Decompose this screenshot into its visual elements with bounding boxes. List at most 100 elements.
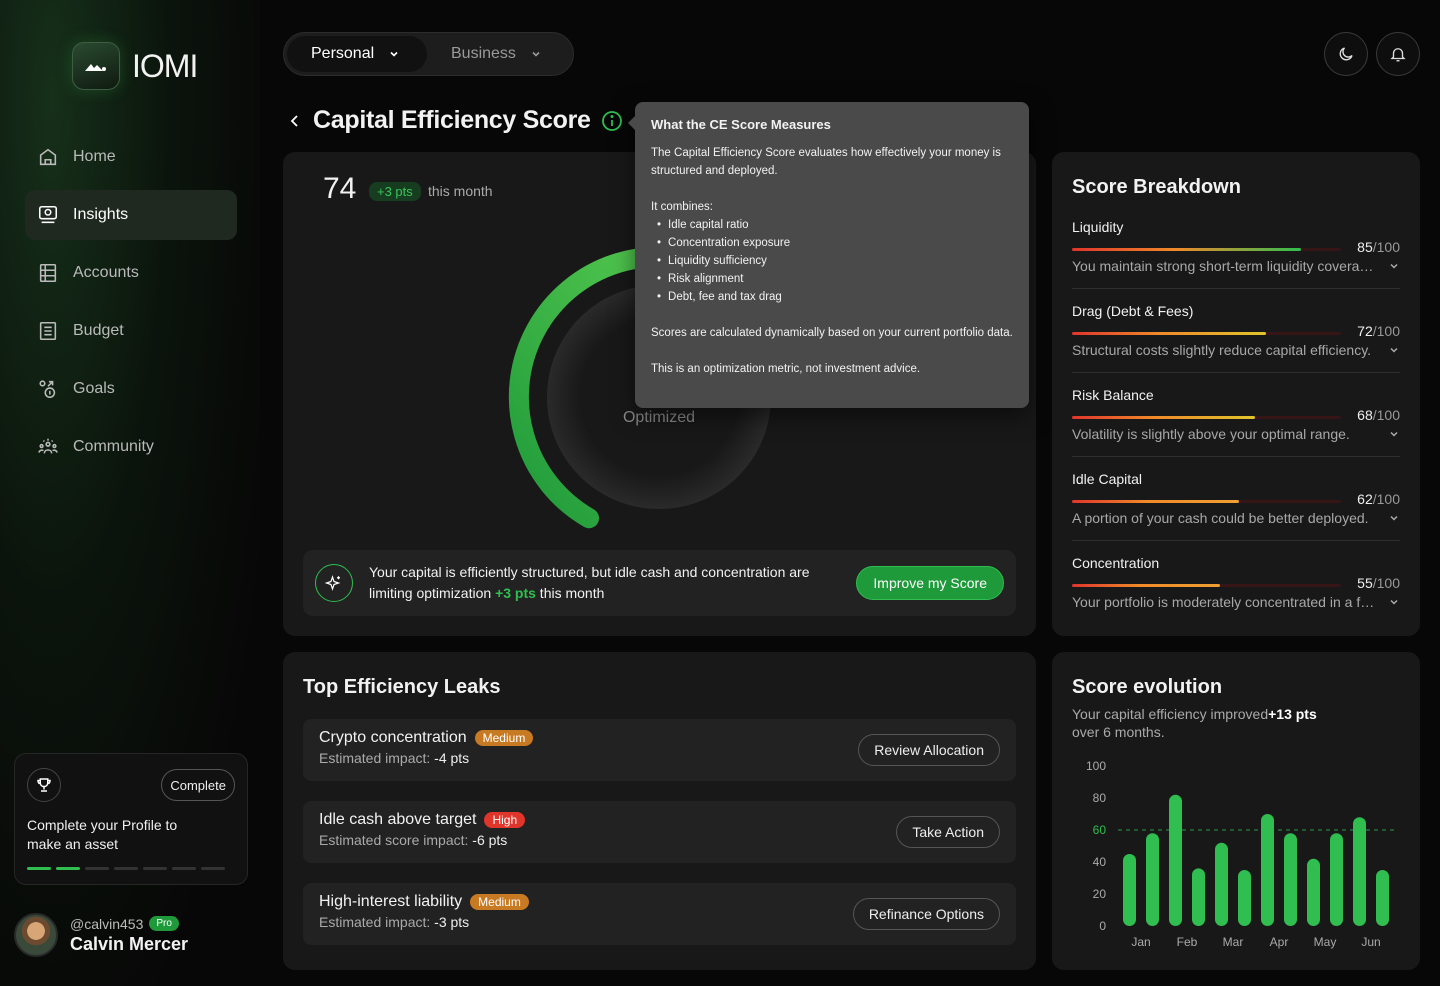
evolution-subtitle: Your capital efficiency improved+13 pts …	[1072, 706, 1317, 740]
sidebar-item-label: Budget	[73, 322, 124, 339]
x-tick-label: Apr	[1270, 935, 1289, 949]
score-value: 74	[323, 172, 357, 205]
tab-business[interactable]: Business	[427, 36, 566, 72]
progress-segment	[172, 867, 196, 870]
breakdown-description: Volatility is slightly above your optima…	[1072, 426, 1350, 442]
sidebar-item-label: Home	[73, 148, 116, 165]
chart-bar	[1307, 858, 1320, 926]
chevron-down-icon	[532, 51, 540, 57]
chevron-down-icon[interactable]	[1388, 512, 1400, 524]
sidebar-item-insights[interactable]: Insights	[25, 190, 237, 240]
breakdown-bar-fill	[1072, 415, 1256, 419]
breakdown-score: 62/100	[1357, 491, 1400, 507]
insight-text: Your capital is efficiently structured, …	[369, 564, 810, 601]
chart-bar	[1146, 833, 1159, 926]
chart-bar	[1284, 833, 1297, 926]
sidebar-item-goals[interactable]: Goals	[25, 364, 237, 414]
sidebar-item-home[interactable]: Home	[25, 132, 237, 182]
breakdown-item[interactable]: Concentration 55/100 Your portfolio is m…	[1072, 541, 1400, 624]
breakdown-bar-fill	[1072, 583, 1221, 587]
tab-label: Business	[451, 45, 516, 62]
tooltip-intro: The Capital Efficiency Score evaluates h…	[651, 147, 1001, 177]
home-icon	[39, 148, 57, 166]
x-tick-label: Feb	[1177, 935, 1198, 949]
progress-segment	[201, 867, 225, 870]
y-tick-label: 80	[1093, 791, 1107, 805]
leak-item: Idle cash above target High Estimated sco…	[303, 801, 1016, 863]
tooltip-title: What the CE Score Measures	[651, 117, 831, 132]
y-tick-label: 40	[1093, 855, 1107, 869]
insights-icon	[38, 205, 58, 224]
profile-completion-card: Complete Complete your Profile to make a…	[14, 753, 248, 885]
breakdown-item[interactable]: Drag (Debt & Fees) 72/100 Structural cos…	[1072, 289, 1400, 373]
score-breakdown-card: Score Breakdown Liquidity 85/100 You mai…	[1052, 152, 1420, 636]
leaks-title: Top Efficiency Leaks	[303, 676, 501, 698]
leak-name: Crypto concentration	[319, 729, 467, 746]
y-tick-label: 0	[1099, 919, 1106, 933]
user-profile[interactable]: @calvin453 Pro Calvin Mercer	[14, 913, 188, 957]
complete-profile-button[interactable]: Complete	[161, 769, 235, 801]
x-tick-label: May	[1314, 935, 1337, 949]
leak-name: High-interest liability	[319, 893, 463, 910]
sparkle-icon	[315, 564, 353, 602]
account-type-switcher: Personal Business	[283, 32, 574, 76]
leak-item: Crypto concentration Medium Estimated imp…	[303, 719, 1016, 781]
avatar[interactable]	[14, 913, 58, 957]
breakdown-bar-fill	[1072, 331, 1266, 335]
chevron-down-icon[interactable]	[1388, 596, 1400, 608]
moon-icon	[1339, 47, 1353, 61]
chevron-down-icon[interactable]	[1388, 428, 1400, 440]
chart-bar	[1169, 794, 1182, 926]
breakdown-bar	[1072, 583, 1342, 587]
sidebar-nav: Home Insights Accounts Budget Goals Comm…	[25, 132, 237, 480]
tooltip-disclaimer: This is an optimization metric, not inve…	[651, 363, 921, 375]
sidebar-item-budget[interactable]: Budget	[25, 306, 237, 356]
leak-action-button[interactable]: Take Action	[896, 816, 1000, 848]
profile-card-text: Complete your Profile to make an asset	[27, 817, 178, 852]
breakdown-item[interactable]: Idle Capital 62/100 A portion of your ca…	[1072, 457, 1400, 541]
sidebar-item-accounts[interactable]: Accounts	[25, 248, 237, 298]
breakdown-score: 55/100	[1357, 575, 1400, 591]
tooltip-list-item: Risk alignment	[657, 270, 1013, 288]
pro-badge: Pro	[149, 916, 179, 931]
score-evolution-chart: 0 20 40 60 80 100 Jan Feb Mar Apr May Jun	[1086, 759, 1394, 949]
leak-item: High-interest liability Medium Estimated …	[303, 883, 1016, 945]
progress-segment	[85, 867, 109, 870]
leak-name: Idle cash above target	[319, 811, 477, 828]
chevron-down-icon[interactable]	[1388, 260, 1400, 272]
leak-action-button[interactable]: Refinance Options	[852, 898, 1000, 930]
improve-score-button[interactable]: Improve my Score	[856, 566, 1004, 600]
back-chevron-icon[interactable]	[287, 113, 303, 129]
tooltip-list-item: Liquidity sufficiency	[657, 252, 1013, 270]
breakdown-item-name: Drag (Debt & Fees)	[1072, 303, 1194, 319]
breakdown-description: You maintain strong short-term liquidity…	[1072, 258, 1377, 274]
page-header: Capital Efficiency Score	[287, 106, 623, 135]
severity-badge: High	[484, 812, 526, 828]
tooltip-list-item: Idle capital ratio	[657, 216, 1013, 234]
profile-progress	[27, 867, 225, 870]
tab-personal[interactable]: Personal	[287, 36, 427, 72]
goals-icon	[39, 380, 56, 399]
sidebar-item-community[interactable]: Community	[25, 422, 237, 472]
info-icon[interactable]	[601, 110, 623, 132]
breakdown-item[interactable]: Liquidity 85/100 You maintain strong sho…	[1072, 205, 1400, 289]
breakdown-item[interactable]: Risk Balance 68/100 Volatility is slight…	[1072, 373, 1400, 457]
notifications-button[interactable]	[1376, 32, 1420, 76]
tooltip-list-item: Debt, fee and tax drag	[657, 288, 1013, 306]
breakdown-bar	[1072, 415, 1342, 419]
progress-segment	[143, 867, 167, 870]
breakdown-bar	[1072, 499, 1342, 503]
breakdown-bar	[1072, 247, 1342, 251]
sidebar-item-label: Community	[73, 438, 154, 455]
breakdown-item-name: Concentration	[1072, 555, 1160, 571]
breakdown-description: A portion of your cash could be better d…	[1072, 510, 1369, 526]
community-icon	[38, 438, 58, 454]
score-insight: Your capital is efficiently structured, …	[303, 550, 1016, 616]
user-name: Calvin Mercer	[70, 933, 189, 954]
app-logo[interactable]: IOMI	[72, 42, 198, 90]
page-title: Capital Efficiency Score	[313, 106, 591, 134]
breakdown-title: Score Breakdown	[1072, 176, 1241, 198]
chevron-down-icon[interactable]	[1388, 344, 1400, 356]
theme-toggle-button[interactable]	[1324, 32, 1368, 76]
leak-action-button[interactable]: Review Allocation	[858, 734, 1000, 766]
